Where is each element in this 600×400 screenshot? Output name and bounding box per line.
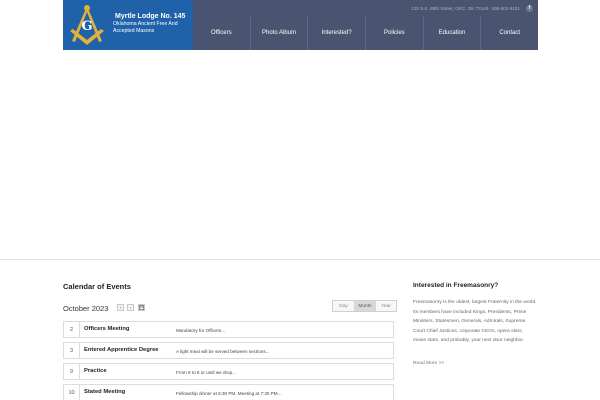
event-day: 9 xyxy=(64,364,80,379)
logo-letter: G xyxy=(81,19,92,34)
event-name[interactable]: Entered Apprentice Degree xyxy=(84,347,159,353)
event-day: 10 xyxy=(64,385,80,400)
event-name[interactable]: Practice xyxy=(84,368,107,374)
event-day: 3 xyxy=(64,343,80,358)
view-month-button[interactable]: Month xyxy=(354,301,375,311)
prev-month-button[interactable]: ‹ xyxy=(117,304,124,311)
event-description: Mandatory for Officers... xyxy=(176,328,226,333)
view-switch: Day Month Year xyxy=(332,300,397,312)
lodge-name: Myrtle Lodge No. 145 xyxy=(115,13,186,20)
calendar-picker-button[interactable] xyxy=(138,304,145,311)
nav-photo-album[interactable]: Photo Album xyxy=(249,16,308,50)
calendar-icon xyxy=(139,305,144,310)
site-header: G Myrtle Lodge No. 145 Oklahoma Ancient … xyxy=(63,0,538,50)
nav-interested[interactable]: Interested? xyxy=(307,16,365,50)
nav-education[interactable]: Education xyxy=(422,16,481,50)
event-list: 2 Officers Meeting Mandatory for Officer… xyxy=(63,321,394,400)
contact-address: 125 S.E. 89th Street, OKC, OK 73149 xyxy=(411,5,489,11)
calendar-title: Calendar of Events xyxy=(63,282,131,291)
sidebar-title: Interested in Freemasonry? xyxy=(413,282,499,289)
event-row[interactable]: 2 Officers Meeting Mandatory for Officer… xyxy=(63,321,394,338)
calendar-month: October 2023 xyxy=(63,304,109,313)
square-and-compass-icon: G xyxy=(70,5,104,45)
contact-bar: 125 S.E. 89th Street, OKC, OK 73149 405-… xyxy=(411,3,533,13)
event-description: Fellowship dinner at 6:30 PM. Meeting at… xyxy=(176,391,282,396)
read-more-link[interactable]: Read More >> xyxy=(413,361,444,366)
event-description: A light meal will be served between sect… xyxy=(176,349,270,354)
lodge-subtitle: Oklahoma Ancient Free And Accepted Mason… xyxy=(113,21,178,34)
logo-text: Myrtle Lodge No. 145 Oklahoma Ancient Fr… xyxy=(113,12,193,34)
main-nav: Officers Photo Album Interested? Policie… xyxy=(193,16,538,50)
nav-policies[interactable]: Policies xyxy=(365,16,423,50)
facebook-icon[interactable]: f xyxy=(526,4,533,12)
nav-officers[interactable]: Officers xyxy=(193,16,250,50)
event-row[interactable]: 10 Stated Meeting Fellowship dinner at 6… xyxy=(63,384,394,400)
event-day: 2 xyxy=(64,322,80,337)
event-description: From 6 to 8 or until we drop... xyxy=(176,370,236,375)
sidebar-text: Freemasonry is the oldest, largest Frate… xyxy=(413,300,537,343)
contact-phone[interactable]: 405-602-6101 xyxy=(491,6,520,11)
next-month-button[interactable]: › xyxy=(127,304,134,311)
nav-contact[interactable]: Contact xyxy=(480,16,538,50)
event-name[interactable]: Stated Meeting xyxy=(84,389,125,395)
site-logo[interactable]: G Myrtle Lodge No. 145 Oklahoma Ancient … xyxy=(63,0,193,50)
section-divider xyxy=(0,259,600,260)
view-day-button[interactable]: Day xyxy=(333,301,354,311)
event-row[interactable]: 9 Practice From 6 to 8 or until we drop.… xyxy=(63,363,394,380)
event-name[interactable]: Officers Meeting xyxy=(84,326,129,332)
view-year-button[interactable]: Year xyxy=(375,301,396,311)
event-row[interactable]: 3 Entered Apprentice Degree A light meal… xyxy=(63,342,394,359)
